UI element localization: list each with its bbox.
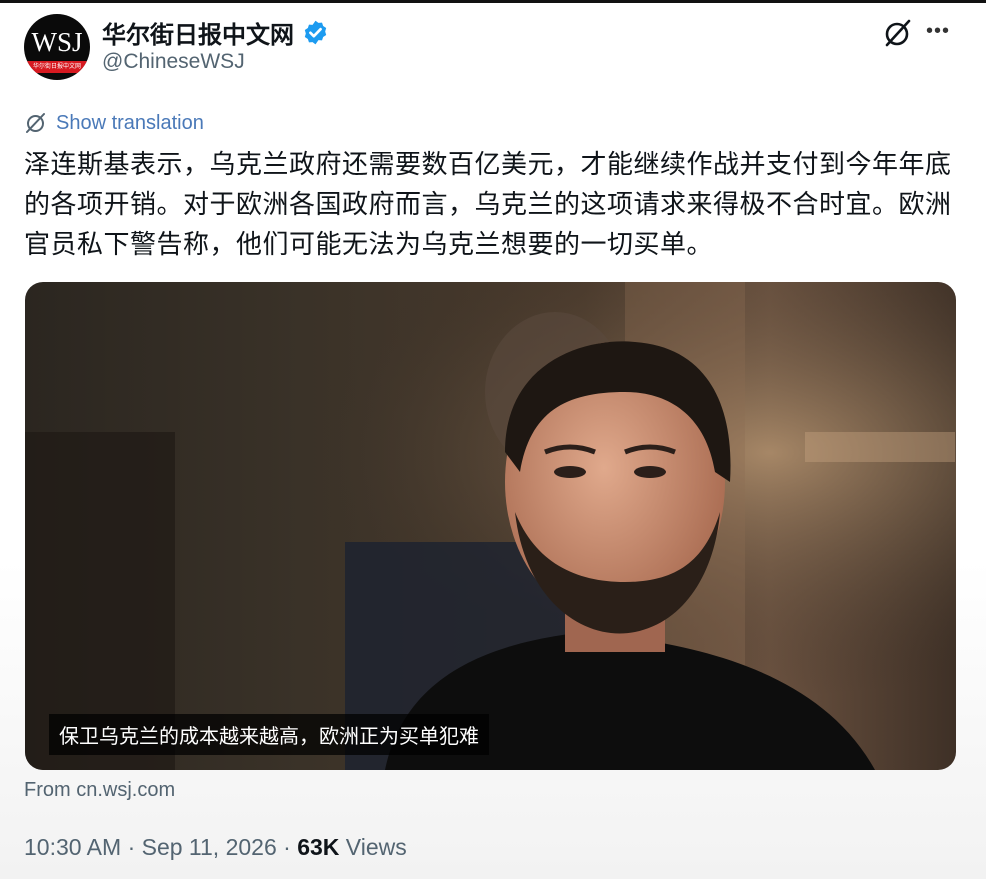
top-border [0, 0, 986, 3]
author-name-row: 华尔街日报中文网 [102, 15, 329, 50]
verified-badge-icon[interactable] [302, 19, 329, 46]
grok-icon[interactable] [882, 18, 914, 48]
avatar[interactable]: WSJ 华尔街日报中文网 [24, 14, 90, 80]
tweet-media-image[interactable]: 保卫乌克兰的成本越来越高，欧洲正为买单犯难 [25, 282, 956, 770]
more-options-icon[interactable]: ••• [926, 17, 958, 45]
source-link[interactable]: From cn.wsj.com [24, 779, 175, 802]
timestamp[interactable]: 10:30 AM · Sep 11, 2026 · [24, 834, 297, 860]
views-count: 63K [297, 834, 340, 860]
show-translation-link[interactable]: Show translation [24, 111, 204, 135]
avatar-subtext: 华尔街日报中文网 [24, 61, 90, 73]
media-caption: 保卫乌克兰的成本越来越高，欧洲正为买单犯难 [49, 714, 489, 755]
display-name[interactable]: 华尔街日报中文网 [102, 15, 294, 50]
avatar-logo-text: WSJ [31, 27, 83, 57]
tweet-text: 泽连斯基表示，乌克兰政府还需要数百亿美元，才能继续作战并支付到今年年底的各项开销… [24, 150, 952, 260]
grok-translate-icon [26, 113, 45, 133]
handle[interactable]: @ChineseWSJ [102, 50, 245, 74]
tweet-meta: 10:30 AM · Sep 11, 2026 · 63K Views [24, 834, 407, 861]
photo-illustration [25, 282, 956, 770]
show-translation-label[interactable]: Show translation [56, 112, 204, 135]
views-label: Views [339, 834, 407, 860]
